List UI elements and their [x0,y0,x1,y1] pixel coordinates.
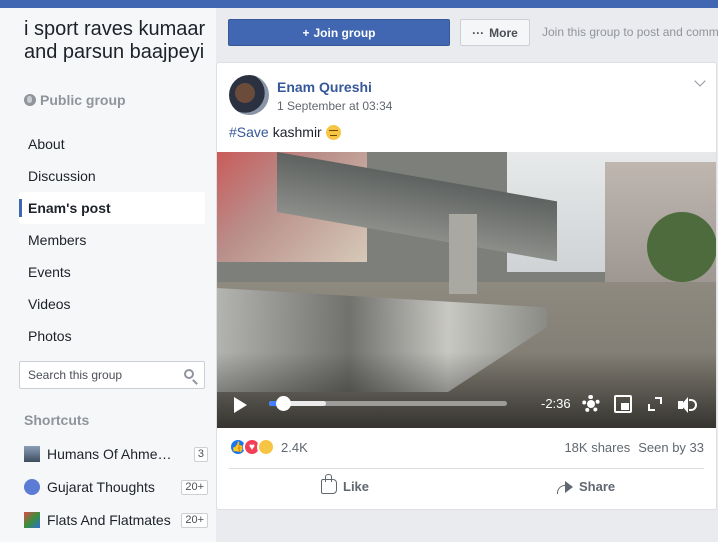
shortcut-flats-and-flatmates[interactable]: Flats And Flatmates 20+ [24,509,208,531]
thumbs-up-icon [321,474,337,494]
like-label: Like [343,479,370,494]
search-icon[interactable] [184,369,194,379]
globe-icon [24,94,36,106]
group-search-input[interactable]: Search this group [19,361,205,389]
reactions-summary[interactable]: 👍 ♥ 2.4K [229,438,308,456]
group-privacy-label: Public group [40,92,126,108]
nav-item-about[interactable]: About [19,128,205,160]
top-bar [0,0,718,8]
share-icon [557,480,573,494]
group-title[interactable]: i sport raves kumaar and parsun baajpeyi [24,18,214,64]
sad-reaction-icon [257,438,275,456]
post-stats: 18K shares Seen by 33 [564,440,704,455]
video-progress-track[interactable] [269,401,507,406]
nav-item-events[interactable]: Events [19,256,205,288]
more-button[interactable]: ··· More [460,19,530,46]
group-thumbnail-icon [24,446,40,462]
plus-icon: + [302,25,310,40]
video-frame-pillar [449,214,477,294]
like-button[interactable]: Like [321,474,370,494]
divider [229,468,704,469]
shortcut-gujarat-thoughts[interactable]: Gujarat Thoughts 20+ [24,476,208,498]
nav-item-discussion[interactable]: Discussion [19,160,205,192]
shortcut-label: Humans Of Ahmedabad [47,446,179,462]
post-video[interactable]: -2:36 [217,152,716,428]
nav-item-enams-post[interactable]: Enam's post [19,192,205,224]
shortcut-badge: 3 [193,446,208,462]
group-privacy: Public group [24,92,126,108]
share-label: Share [579,479,616,494]
reactions-count[interactable]: 2.4K [281,440,308,455]
post-timestamp[interactable]: 1 September at 03:34 [277,99,392,113]
group-thumbnail-icon [24,512,40,528]
gear-icon[interactable] [582,395,600,413]
video-frame-tree [647,212,716,282]
search-placeholder: Search this group [28,368,123,382]
join-group-button[interactable]: + Join group [228,19,450,46]
shortcut-badge: 20+ [181,479,208,495]
join-hint-text: Join this group to post and comment [542,25,718,39]
author-avatar[interactable] [229,75,269,115]
unamused-emoji-icon [325,124,341,140]
shortcut-humans-of-ahmedabad[interactable]: Humans Of Ahmedabad 3 [24,443,208,465]
nav-item-videos[interactable]: Videos [19,288,205,320]
video-time-remaining: -2:36 [541,396,571,411]
nav-item-members[interactable]: Members [19,224,205,256]
video-controls-gradient [217,352,716,428]
post-body: kashmir [272,124,322,140]
shortcut-label: Flats And Flatmates [47,512,171,528]
more-label: More [489,25,518,40]
group-nav: About Discussion Enam's post Members Eve… [19,128,205,352]
play-icon[interactable] [234,397,247,413]
join-group-label: Join group [313,25,376,40]
share-button[interactable]: Share [557,479,615,494]
shortcut-label: Gujarat Thoughts [47,479,155,495]
seen-by-count[interactable]: Seen by 33 [638,440,704,455]
shortcut-badge: 20+ [181,512,208,528]
post-text: #Save kashmir [229,124,341,140]
picture-in-picture-icon[interactable] [614,395,632,413]
post-card: Enam Qureshi 1 September at 03:34 #Save … [216,62,717,510]
shares-count[interactable]: 18K shares [564,440,630,455]
shortcuts-heading: Shortcuts [24,412,90,428]
post-author[interactable]: Enam Qureshi [277,79,372,95]
ellipsis-icon: ··· [472,25,485,40]
video-scrub-handle[interactable] [276,396,291,411]
nav-item-photos[interactable]: Photos [19,320,205,352]
chevron-down-icon[interactable] [694,75,706,87]
post-hashtag[interactable]: #Save [229,124,269,140]
fullscreen-icon[interactable] [648,397,662,411]
group-people-icon [24,479,40,495]
